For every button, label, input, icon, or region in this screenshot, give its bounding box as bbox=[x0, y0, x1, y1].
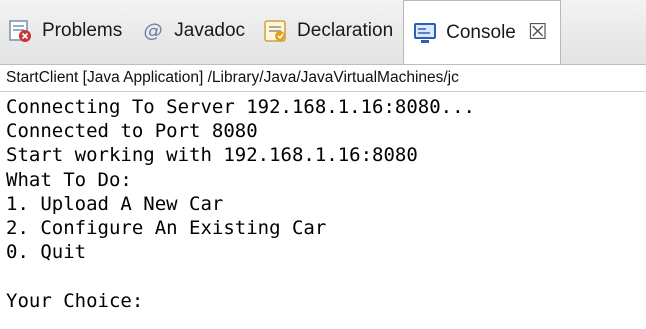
console-line: Start working with 192.168.1.16:8080 bbox=[6, 144, 418, 167]
tab-declaration[interactable]: Declaration bbox=[255, 0, 403, 62]
console-output-text: Connecting To Server 192.168.1.16:8080..… bbox=[6, 95, 642, 313]
console-output-area[interactable]: StartClient [Java Application] /Library/… bbox=[0, 65, 646, 329]
tab-problems[interactable]: Problems bbox=[0, 0, 132, 62]
console-line: 0. Quit bbox=[6, 241, 87, 264]
tab-console-label: Console bbox=[446, 21, 516, 43]
console-process-label: StartClient [Java Application] /Library/… bbox=[6, 69, 459, 86]
tab-javadoc[interactable]: @ Javadoc bbox=[132, 0, 255, 62]
console-line: 2. Configure An Existing Car bbox=[6, 216, 327, 239]
tab-declaration-label: Declaration bbox=[297, 20, 394, 41]
declaration-icon bbox=[264, 20, 286, 42]
console-line: What To Do: bbox=[6, 168, 132, 191]
tab-problems-label: Problems bbox=[42, 20, 123, 41]
problems-icon bbox=[9, 20, 31, 42]
svg-text:@: @ bbox=[144, 20, 163, 42]
console-view: Problems @ Javadoc Declaration Console ☒… bbox=[0, 0, 646, 329]
console-line: Connected to Port 8080 bbox=[6, 120, 258, 143]
close-icon[interactable]: ☒ bbox=[528, 21, 548, 44]
console-line: 1. Upload A New Car bbox=[6, 192, 224, 215]
divider bbox=[0, 91, 646, 92]
console-line: Your Choice: bbox=[6, 289, 144, 312]
console-line: Connecting To Server 192.168.1.16:8080..… bbox=[6, 96, 475, 118]
console-icon bbox=[414, 22, 437, 43]
javadoc-icon: @ bbox=[144, 20, 163, 42]
tab-console[interactable]: Console ☒ bbox=[403, 0, 561, 64]
tab-javadoc-label: Javadoc bbox=[174, 20, 246, 41]
view-tab-bar: Problems @ Javadoc Declaration Console ☒ bbox=[0, 0, 646, 65]
